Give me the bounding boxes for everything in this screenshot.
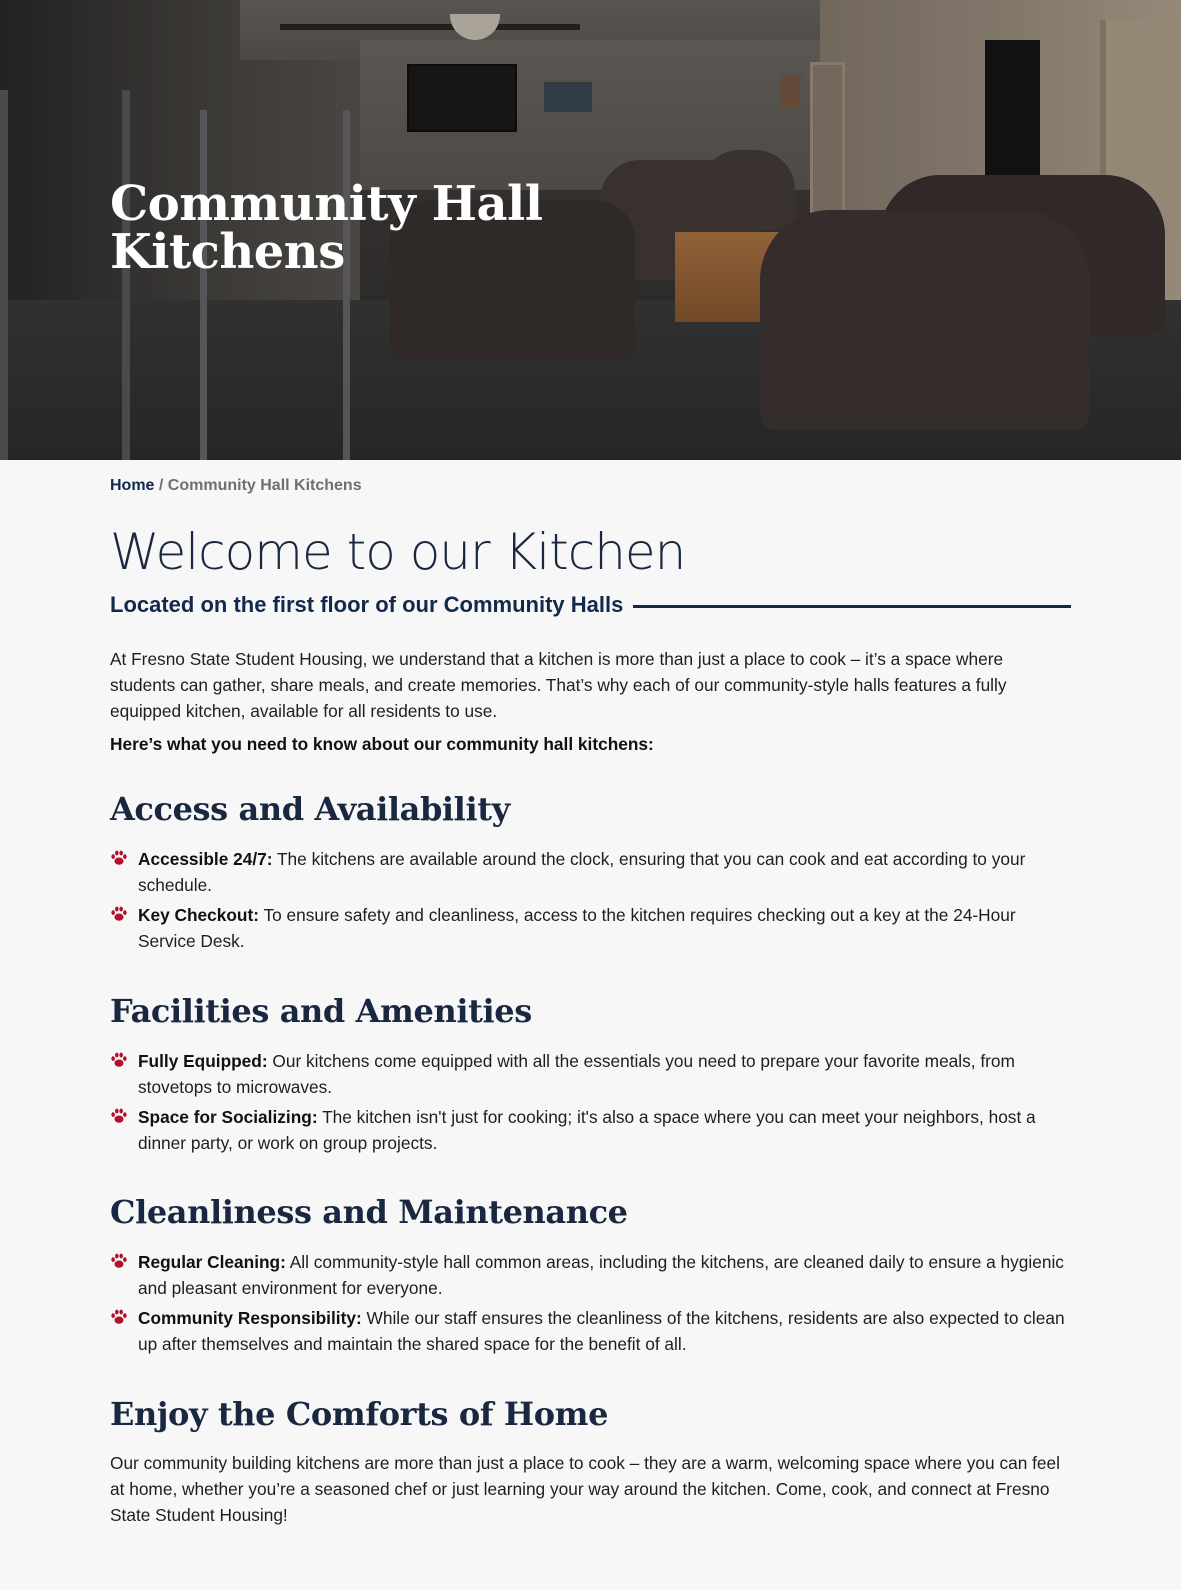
- page-subtitle: Located on the first floor of our Commun…: [110, 592, 624, 617]
- breadcrumb-current: Community Hall Kitchens: [167, 477, 362, 494]
- list-item-label: Space for Socializing:: [138, 1107, 318, 1127]
- section-heading-cleanliness: Cleanliness and Maintenance: [110, 1193, 628, 1231]
- list-item-label: Community Responsibility:: [138, 1308, 362, 1328]
- hero-title-line: Kitchens: [110, 224, 345, 280]
- closing-paragraph: Our community building kitchens are more…: [110, 1453, 1060, 1525]
- section-list-access: Accessible 24/7: The kitchens are availa…: [110, 846, 1070, 958]
- list-item-text: Our kitchens come equipped with all the …: [138, 1051, 1015, 1097]
- list-item: Fully Equipped: Our kitchens come equipp…: [110, 1048, 1070, 1100]
- hero-banner: Community Hall Kitchens: [0, 0, 1181, 460]
- list-item-text: To ensure safety and cleanliness, access…: [138, 905, 1016, 951]
- list-item: Key Checkout: To ensure safety and clean…: [110, 902, 1070, 954]
- lead-text: Here’s what you need to know about our c…: [110, 734, 654, 754]
- list-item-label: Fully Equipped:: [138, 1051, 268, 1071]
- hero-title: Community Hall Kitchens: [110, 180, 630, 276]
- list-item: Regular Cleaning: All community-style ha…: [110, 1249, 1070, 1301]
- breadcrumb-separator: /: [154, 477, 168, 494]
- section-heading-comforts: Enjoy the Comforts of Home: [110, 1395, 609, 1433]
- breadcrumb: Home / Community Hall Kitchens: [110, 477, 362, 495]
- page-title: Welcome to our Kitchen: [110, 523, 686, 581]
- list-item: Accessible 24/7: The kitchens are availa…: [110, 846, 1070, 898]
- intro-paragraph: At Fresno State Student Housing, we unde…: [110, 649, 1007, 721]
- paw-icon: [111, 850, 127, 865]
- section-heading-access: Access and Availability: [110, 790, 510, 828]
- subheading-rule: [633, 604, 1071, 608]
- paw-icon: [111, 1052, 127, 1067]
- subheading-row: Located on the first floor of our Commun…: [110, 592, 1071, 618]
- list-item: Community Responsibility: While our staf…: [110, 1305, 1070, 1357]
- paw-icon: [111, 1253, 127, 1268]
- section-list-facilities: Fully Equipped: Our kitchens come equipp…: [110, 1048, 1070, 1160]
- paw-icon: [111, 1108, 127, 1123]
- list-item-label: Key Checkout:: [138, 905, 259, 925]
- section-list-cleanliness: Regular Cleaning: All community-style ha…: [110, 1249, 1070, 1361]
- paw-icon: [111, 906, 127, 921]
- list-item: Space for Socializing: The kitchen isn't…: [110, 1104, 1070, 1156]
- breadcrumb-home-link[interactable]: Home: [110, 477, 154, 494]
- section-heading-facilities: Facilities and Amenities: [110, 992, 532, 1030]
- list-item-label: Accessible 24/7:: [138, 849, 273, 869]
- paw-icon: [111, 1309, 127, 1324]
- list-item-label: Regular Cleaning:: [138, 1252, 286, 1272]
